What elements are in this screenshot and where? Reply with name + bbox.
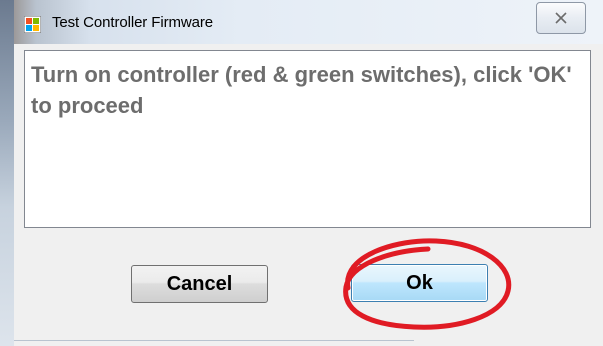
window-frame-left	[0, 0, 14, 346]
message-text: Turn on controller (red & green switches…	[31, 62, 572, 118]
title-bar[interactable]: Test Controller Firmware	[0, 0, 603, 44]
window-bottom-edge	[14, 340, 414, 341]
app-windows-icon[interactable]	[23, 15, 42, 34]
window-title: Test Controller Firmware	[52, 14, 213, 31]
message-textbox[interactable]: Turn on controller (red & green switches…	[24, 50, 591, 228]
ok-button[interactable]: Ok	[351, 264, 488, 302]
close-button[interactable]	[536, 2, 586, 34]
close-x-icon	[555, 12, 567, 24]
dialog-window: Test Controller Firmware Turn on control…	[0, 0, 603, 346]
cancel-button[interactable]: Cancel	[131, 265, 268, 303]
